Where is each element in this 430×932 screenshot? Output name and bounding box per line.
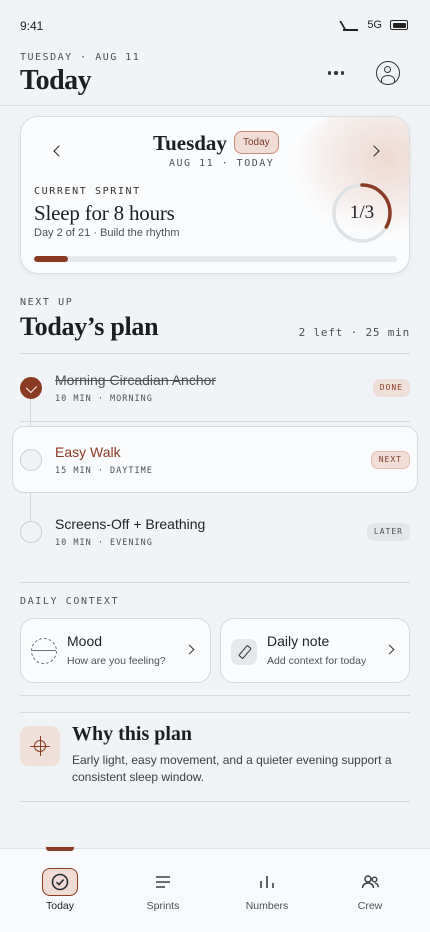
people-icon — [361, 875, 379, 889]
crosshair-icon — [20, 726, 60, 766]
status-time: 9:41 — [20, 19, 44, 33]
previous-day-button[interactable] — [45, 139, 69, 163]
plan-meta: 2 left · 25 min — [298, 326, 410, 339]
chevron-left-icon — [52, 145, 65, 157]
tab-label: Crew — [357, 900, 383, 912]
task-name: Morning Circadian Anchor — [55, 372, 217, 388]
task-item[interactable]: Easy Walk 15 MIN · DAYTIME NEXT — [20, 426, 410, 492]
divider — [20, 695, 410, 696]
tab-label: Sprints — [146, 900, 180, 912]
tab-sprints[interactable]: Sprints — [118, 849, 208, 932]
divider — [20, 712, 410, 713]
daily-note-label: Daily note — [267, 633, 330, 649]
chevron-right-icon — [384, 644, 395, 655]
tab-crew[interactable]: Crew — [325, 849, 415, 932]
task-checkbox[interactable] — [20, 521, 42, 543]
progress-ring-label: 1/3 — [349, 202, 375, 223]
sprint-card[interactable]: Tuesday Today AUG 11 · TODAY CURRENT SPR… — [20, 116, 410, 274]
sprint-subtitle: Day 2 of 21 · Build the rhythm — [34, 227, 180, 239]
page-title: Today — [20, 65, 92, 96]
daily-note-subtitle: Add context for today — [267, 655, 367, 667]
page-header: TUESDAY · AUG 11 Today — [0, 52, 430, 106]
tab-label: Today — [45, 900, 75, 912]
why-title: Why this plan — [72, 723, 193, 745]
tab-today[interactable]: Today — [15, 849, 105, 932]
task-name: Screens-Off + Breathing — [55, 516, 206, 532]
current-sprint-label: CURRENT SPRINT — [34, 186, 141, 197]
bar-chart-icon — [260, 876, 274, 888]
divider — [20, 582, 410, 583]
divider — [20, 801, 410, 802]
mood-card[interactable]: Mood How are you feeling? — [20, 618, 211, 683]
header-date: TUESDAY · AUG 11 — [20, 52, 141, 63]
signal-icon — [343, 20, 359, 31]
chevron-right-icon — [184, 644, 195, 655]
daily-context-label: DAILY CONTEXT — [20, 596, 120, 607]
mood-subtitle: How are you feeling? — [67, 655, 166, 667]
battery-icon — [390, 20, 408, 30]
task-name: Easy Walk — [55, 444, 121, 460]
more-options-icon[interactable] — [323, 61, 349, 85]
tab-label: Numbers — [245, 900, 289, 912]
task-status-badge: NEXT — [370, 451, 410, 469]
task-meta: 15 MIN · DAYTIME — [55, 466, 153, 476]
daily-note-card[interactable]: Daily note Add context for today — [220, 618, 410, 683]
pencil-icon — [231, 639, 257, 665]
task-item[interactable]: Screens-Off + Breathing 10 MIN · EVENING… — [20, 498, 410, 564]
plan-title: Today’s plan — [20, 312, 159, 341]
card-subdate: AUG 11 · TODAY — [169, 158, 275, 169]
card-day: Tuesday — [153, 131, 227, 155]
task-status-badge: LATER — [366, 523, 410, 541]
mood-label: Mood — [67, 633, 103, 649]
sprint-progress-fill — [34, 256, 69, 262]
task-checkbox[interactable] — [20, 377, 42, 399]
task-meta: 10 MIN · MORNING — [55, 394, 153, 404]
network-label: 5G — [367, 19, 382, 31]
task-item[interactable]: Morning Circadian Anchor 10 MIN · MORNIN… — [20, 354, 410, 420]
profile-icon[interactable] — [376, 61, 400, 85]
task-status-badge: DONE — [372, 379, 410, 397]
tab-bar: Today Sprints Numbers Crew — [0, 847, 430, 932]
sprint-goal: Sleep for 8 hours — [34, 201, 175, 225]
tab-numbers[interactable]: Numbers — [222, 849, 312, 932]
task-checkbox[interactable] — [20, 449, 42, 471]
status-indicators: 5G — [343, 19, 408, 31]
task-meta: 10 MIN · EVENING — [55, 538, 153, 548]
divider — [20, 421, 410, 422]
today-badge: Today — [234, 131, 279, 154]
status-bar: 9:41 5G — [0, 0, 430, 52]
chevron-right-icon — [367, 145, 380, 157]
next-day-button[interactable] — [363, 139, 387, 163]
check-circle-icon — [51, 873, 69, 891]
sprint-progress-bar — [34, 256, 397, 262]
list-icon — [156, 876, 170, 888]
why-body: Early light, easy movement, and a quiete… — [72, 753, 392, 784]
next-up-label: NEXT UP — [20, 297, 74, 308]
mood-icon — [31, 638, 57, 664]
